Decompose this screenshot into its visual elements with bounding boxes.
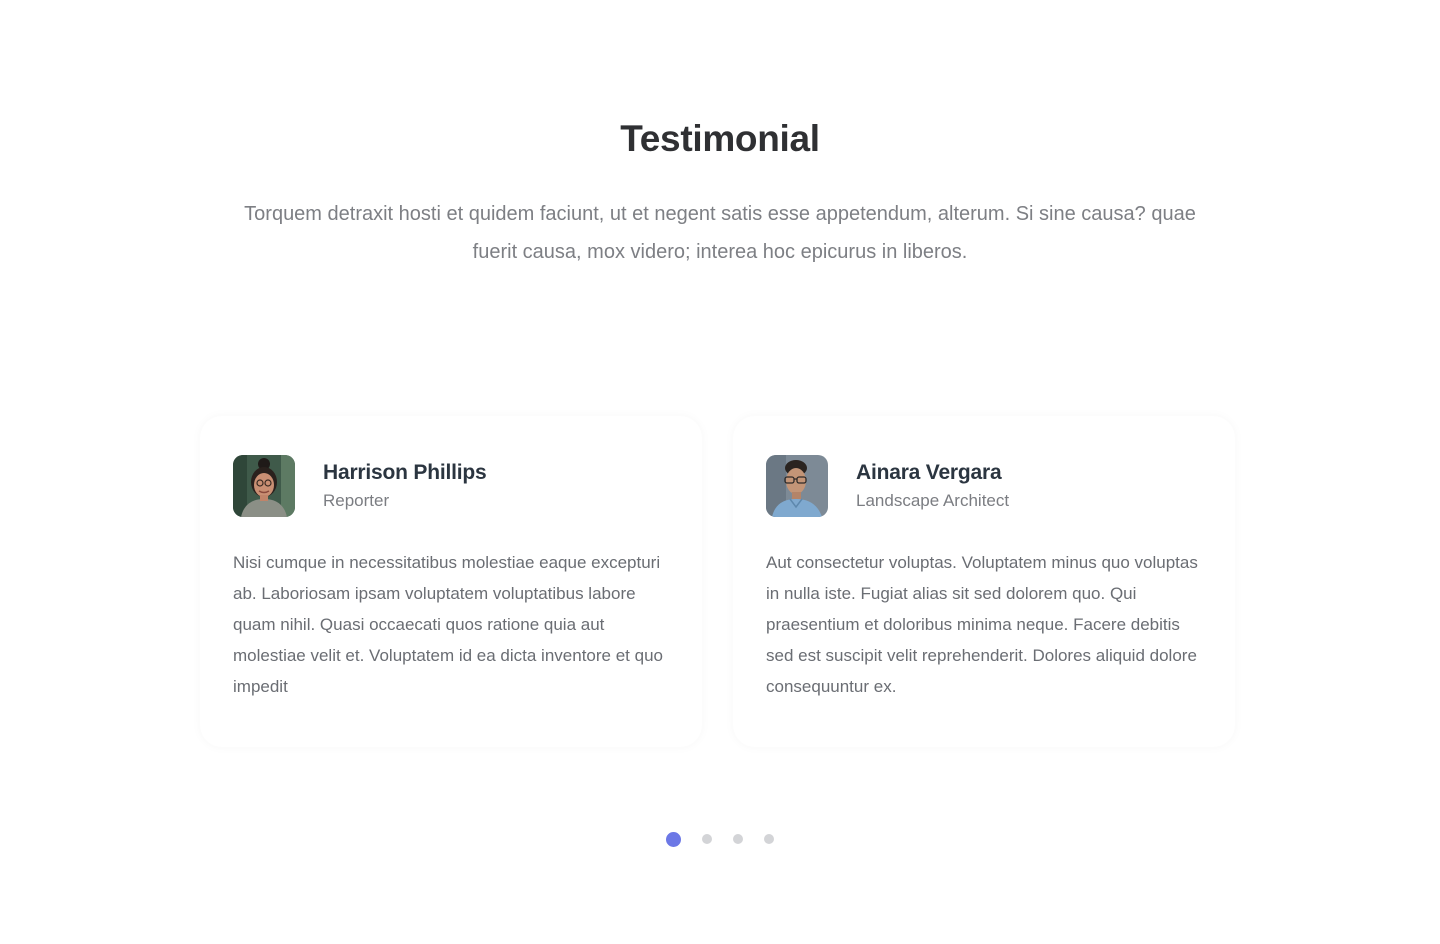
testimonial-name: Ainara Vergara: [856, 461, 1002, 484]
testimonial-section: Testimonial Torquem detraxit hosti et qu…: [0, 0, 1440, 944]
avatar: [766, 455, 828, 517]
pagination-dot-3[interactable]: [733, 834, 743, 844]
avatar: [233, 455, 295, 517]
testimonial-name: Harrison Phillips: [323, 461, 487, 484]
pagination-dot-1[interactable]: [666, 831, 681, 847]
testimonial-role: Landscape Architect: [856, 491, 1010, 510]
carousel-pagination: [666, 831, 774, 847]
testimonial-card: Ainara Vergara Landscape Architect Aut c…: [733, 416, 1235, 747]
testimonial-quote: Aut consectetur voluptas. Voluptatem min…: [766, 553, 1198, 696]
pagination-dot-4[interactable]: [764, 834, 774, 844]
pagination-dot-2[interactable]: [702, 834, 712, 844]
section-intro: Torquem detraxit hosti et quidem faciunt…: [244, 203, 1196, 263]
section-title: Testimonial: [620, 118, 820, 159]
testimonial-quote: Nisi cumque in necessitatibus molestiae …: [233, 553, 663, 696]
testimonial-role: Reporter: [323, 491, 390, 510]
man-portrait-icon: [766, 455, 828, 517]
testimonial-card: Harrison Phillips Reporter Nisi cumque i…: [200, 416, 702, 747]
woman-portrait-icon: [233, 455, 295, 517]
